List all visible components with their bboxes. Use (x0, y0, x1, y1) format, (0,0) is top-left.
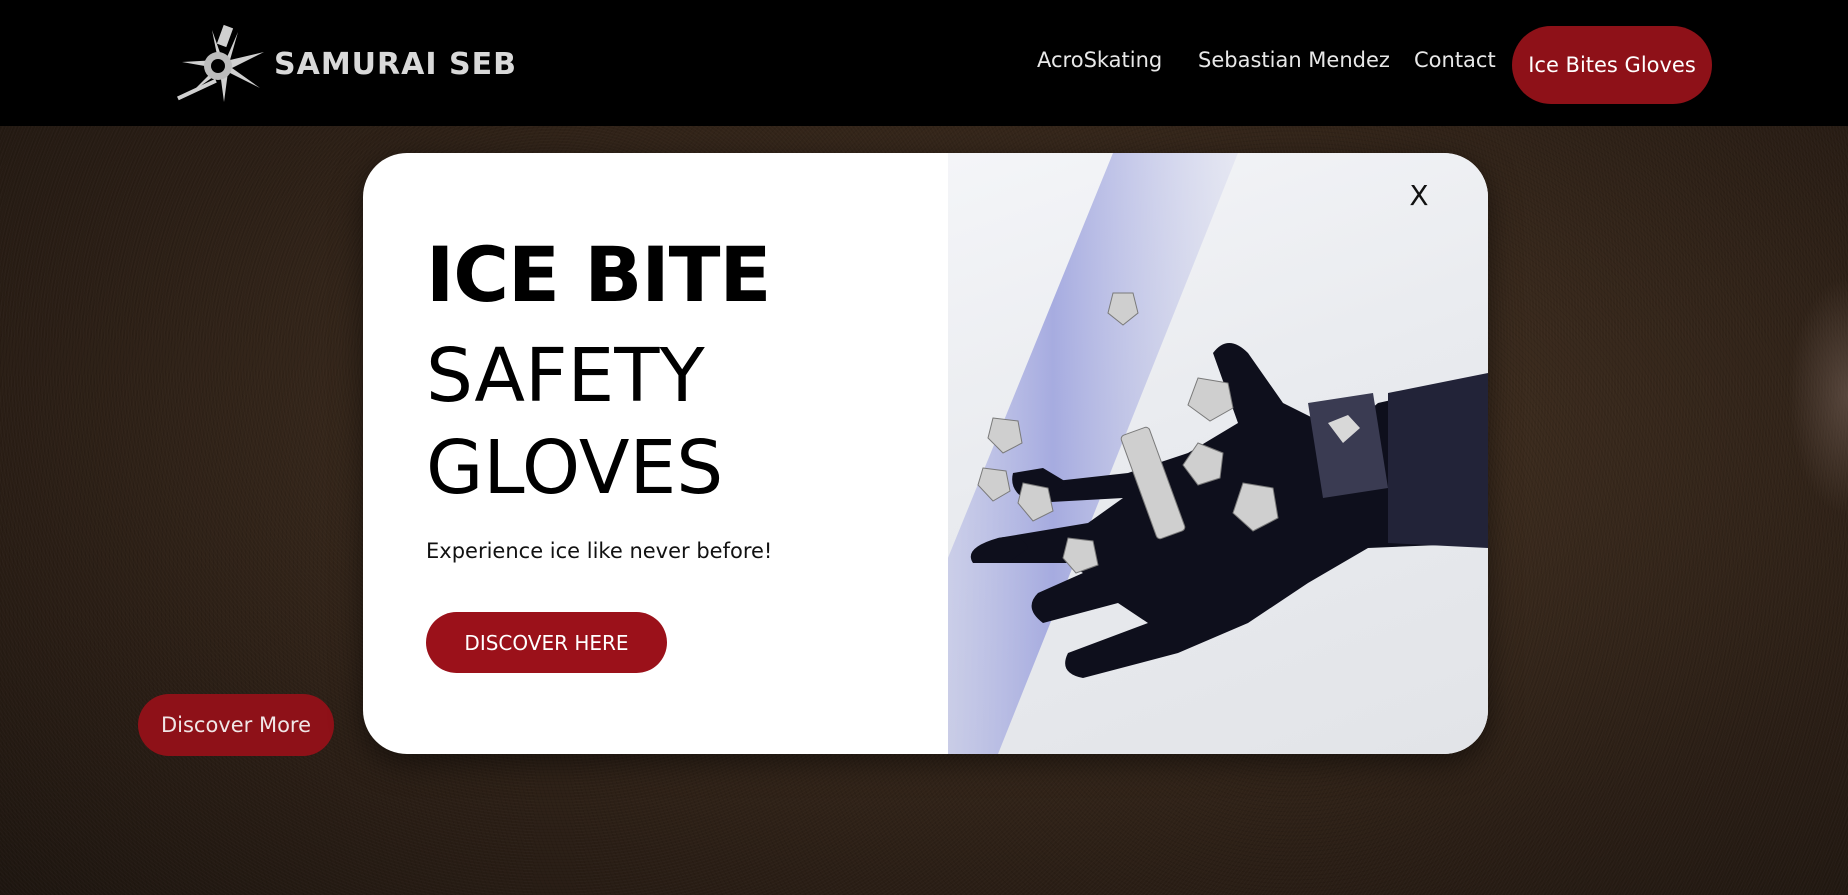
modal-content: ICE BITE SAFETY GLOVES Experience ice li… (363, 153, 948, 754)
nav-acroskating[interactable]: AcroSkating (1037, 48, 1162, 72)
discover-more-button[interactable]: Discover More (138, 694, 334, 756)
nav-contact[interactable]: Contact (1414, 48, 1496, 72)
modal-title-bold: ICE BITE (426, 230, 771, 319)
samurai-logo-icon (177, 24, 264, 102)
modal-subtitle: Experience ice like never before! (426, 539, 773, 563)
glove-image: X (868, 153, 1488, 754)
close-button[interactable]: X (1404, 177, 1434, 213)
logo-text: SAMURAI SEB (274, 46, 517, 82)
glove-photo-icon (868, 153, 1488, 754)
ice-bites-gloves-button[interactable]: Ice Bites Gloves (1512, 26, 1712, 104)
site-logo[interactable]: SAMURAI SEB (172, 22, 517, 106)
modal-title-line-2: SAFETY (426, 333, 705, 419)
discover-here-button[interactable]: DISCOVER HERE (426, 612, 667, 673)
modal-title-line-3: GLOVES (426, 425, 724, 511)
promo-modal: ICE BITE SAFETY GLOVES Experience ice li… (363, 153, 1488, 754)
nav-sebastian-mendez[interactable]: Sebastian Mendez (1198, 48, 1390, 72)
site-header: SAMURAI SEB AcroSkating Sebastian Mendez… (0, 0, 1848, 126)
background-glow (1788, 276, 1848, 516)
